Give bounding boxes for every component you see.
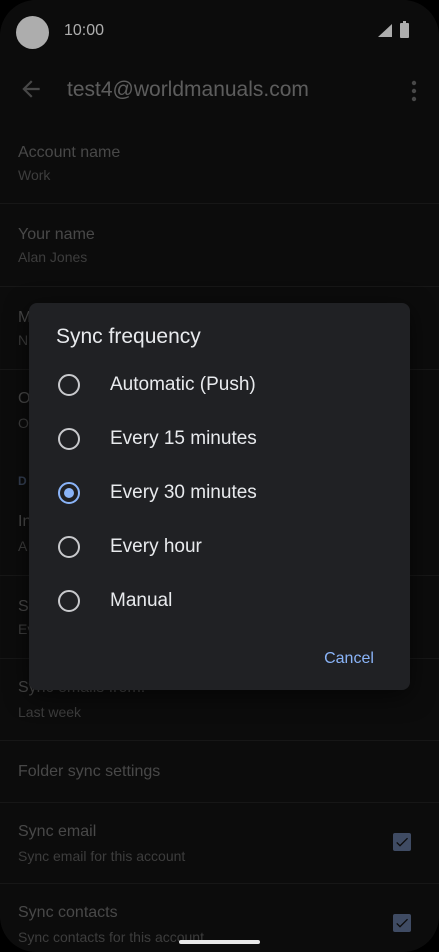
- option-automatic-push[interactable]: Automatic (Push): [29, 359, 410, 413]
- radio-button[interactable]: [58, 590, 80, 612]
- option-label: Every 15 minutes: [110, 428, 257, 449]
- cancel-button[interactable]: Cancel: [309, 643, 389, 675]
- option-label: Every 30 minutes: [110, 482, 257, 503]
- sync-frequency-dialog: Sync frequency Automatic (Push) Every 15…: [29, 303, 410, 690]
- home-indicator[interactable]: [179, 940, 260, 944]
- option-every-30-minutes[interactable]: Every 30 minutes: [29, 467, 410, 521]
- option-manual[interactable]: Manual: [29, 575, 410, 629]
- radio-button-selected[interactable]: [58, 482, 80, 504]
- option-label: Every hour: [110, 536, 202, 557]
- radio-button[interactable]: [58, 536, 80, 558]
- option-every-15-minutes[interactable]: Every 15 minutes: [29, 413, 410, 467]
- phone-screen: 10:00 test4@worldmanuals.com Account nam…: [0, 0, 439, 952]
- radio-button[interactable]: [58, 374, 80, 396]
- option-every-hour[interactable]: Every hour: [29, 521, 410, 575]
- option-label: Manual: [110, 590, 173, 611]
- radio-button[interactable]: [58, 428, 80, 450]
- dialog-title: Sync frequency: [56, 325, 201, 348]
- option-label: Automatic (Push): [110, 374, 256, 395]
